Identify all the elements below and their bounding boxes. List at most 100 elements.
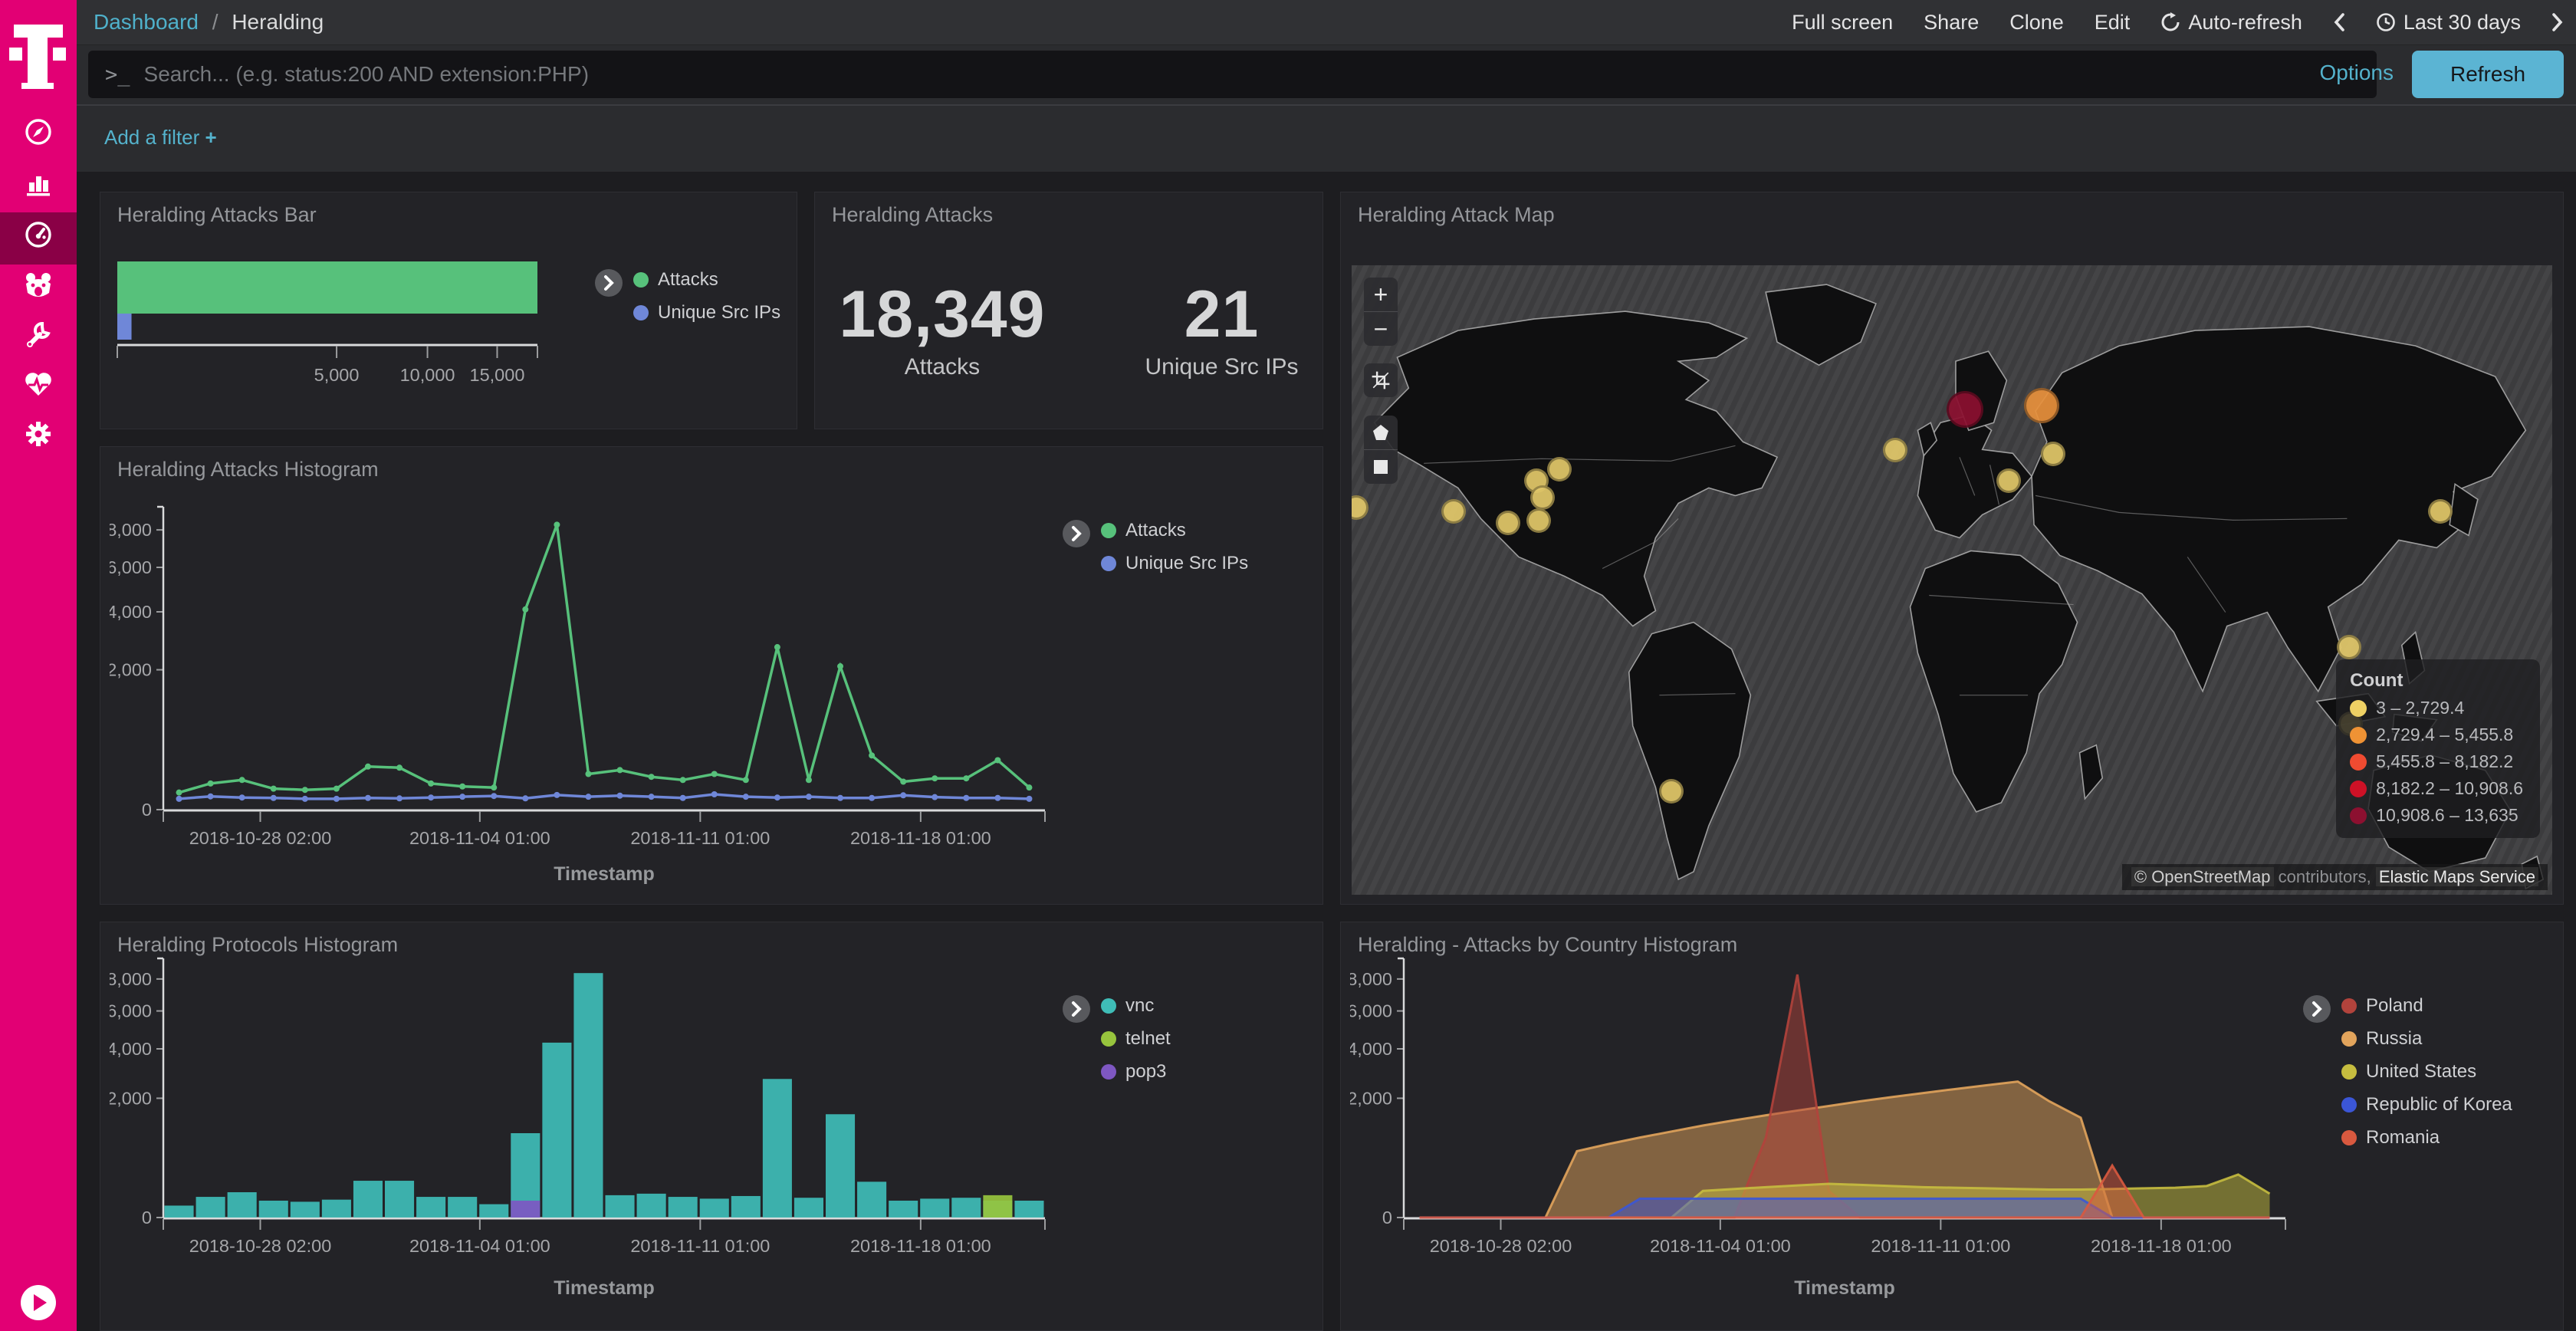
search-box: >_ xyxy=(88,51,2377,98)
metric-group: 18,349 Attacks 21 Unique Src IPs xyxy=(815,277,1322,380)
panel-title: Heralding Attacks xyxy=(832,203,993,227)
refresh-button[interactable]: Refresh xyxy=(2412,51,2564,98)
map-point xyxy=(1526,508,1551,533)
protocols-histogram-legend: vnc telnet pop3 xyxy=(1063,995,1171,1083)
svg-text:2,000: 2,000 xyxy=(1350,1088,1392,1108)
breadcrumb-separator: / xyxy=(212,10,219,34)
plus-icon: + xyxy=(205,126,217,149)
legend-item[interactable]: Attacks xyxy=(1101,520,1248,541)
legend-label: Unique Src IPs xyxy=(1125,553,1248,574)
breadcrumb-dashboard-link[interactable]: Dashboard xyxy=(94,10,199,34)
svg-text:0: 0 xyxy=(142,1208,152,1227)
clone-button[interactable]: Clone xyxy=(2009,11,2064,35)
country-histogram-chart: 02,0004,0006,0008,0002018-10-28 02:00201… xyxy=(1350,945,2301,1331)
sidebar xyxy=(0,0,77,1331)
sidebar-item-management[interactable] xyxy=(0,418,77,450)
metric-label: Attacks xyxy=(839,354,1045,380)
legend-toggle[interactable] xyxy=(1063,520,1090,547)
sidebar-item-discover[interactable] xyxy=(0,116,77,148)
zoom-out-button[interactable]: − xyxy=(1364,311,1398,346)
time-range-button[interactable]: Last 30 days xyxy=(2376,11,2521,35)
svg-text:2018-10-28 02:00: 2018-10-28 02:00 xyxy=(189,1236,332,1256)
map-draw-controls xyxy=(1364,416,1398,484)
time-range-prev-button[interactable] xyxy=(2333,12,2345,32)
legend-item[interactable]: Republic of Korea xyxy=(2341,1094,2512,1116)
map-legend-dot xyxy=(2350,781,2367,797)
auto-refresh-button[interactable]: Auto-refresh xyxy=(2160,11,2302,35)
attacks-histogram-legend: Attacks Unique Src IPs xyxy=(1063,520,1248,574)
full-screen-button[interactable]: Full screen xyxy=(1792,11,1893,35)
heartbeat-icon xyxy=(22,368,54,400)
legend-item[interactable]: Attacks xyxy=(633,269,780,291)
zoom-in-button[interactable]: + xyxy=(1364,278,1398,311)
legend-item[interactable]: telnet xyxy=(1101,1028,1171,1050)
svg-text:Timestamp: Timestamp xyxy=(554,1277,655,1299)
legend-item[interactable]: Poland xyxy=(2341,995,2512,1017)
sidebar-item-monitoring[interactable] xyxy=(0,368,77,400)
kibana-dashboard: Dashboard / Heralding Full screen Share … xyxy=(0,0,2576,1331)
attribution-text: contributors, xyxy=(2279,867,2376,886)
draw-rectangle-button[interactable] xyxy=(1364,449,1398,484)
sidebar-item-devtools[interactable] xyxy=(0,320,77,352)
edit-button[interactable]: Edit xyxy=(2095,11,2131,35)
sidebar-item-dashboard[interactable] xyxy=(0,219,77,251)
sidebar-item-visualize[interactable] xyxy=(0,168,77,200)
svg-text:Timestamp: Timestamp xyxy=(1794,1277,1895,1299)
collapse-sidebar-button[interactable] xyxy=(21,1285,56,1320)
panel-attacks-metric: Heralding Attacks 18,349 Attacks 21 Uniq… xyxy=(814,192,1323,429)
breadcrumb: Dashboard / Heralding xyxy=(94,10,324,35)
map-legend-dot xyxy=(2350,700,2367,717)
add-filter-link[interactable]: Add a filter + xyxy=(104,126,217,150)
map-point xyxy=(1996,468,2021,493)
draw-polygon-button[interactable] xyxy=(1364,416,1398,449)
legend-color-dot xyxy=(1101,998,1116,1014)
crop-fit-button[interactable] xyxy=(1364,363,1398,397)
legend-toggle[interactable] xyxy=(1063,995,1090,1023)
legend-color-dot xyxy=(2341,1097,2357,1112)
options-link[interactable]: Options xyxy=(2320,61,2394,85)
svg-text:2018-11-18 01:00: 2018-11-18 01:00 xyxy=(850,1236,991,1256)
filter-bar: Add a filter + xyxy=(77,106,2576,172)
legend-item[interactable]: Unique Src IPs xyxy=(1101,553,1248,574)
legend-item[interactable]: Unique Src IPs xyxy=(633,302,780,324)
svg-text:4,000: 4,000 xyxy=(110,602,152,622)
legend-item[interactable]: pop3 xyxy=(1101,1061,1171,1083)
world-map[interactable]: + − xyxy=(1352,265,2552,895)
search-input[interactable] xyxy=(143,61,2377,87)
svg-text:0: 0 xyxy=(1382,1208,1392,1227)
sidebar-item-tpot[interactable] xyxy=(0,270,77,302)
map-legend-label: 2,729.4 – 5,455.8 xyxy=(2376,725,2513,745)
map-legend-item: 8,182.2 – 10,908.6 xyxy=(2350,778,2523,799)
clock-icon xyxy=(2376,12,2396,32)
elastic-maps-service-link[interactable]: Elastic Maps Service xyxy=(2376,867,2538,886)
legend-color-dot xyxy=(2341,1064,2357,1080)
panel-title: Heralding Attacks Histogram xyxy=(117,458,379,481)
share-button[interactable]: Share xyxy=(1924,11,1979,35)
metric-value: 18,349 xyxy=(839,277,1045,353)
svg-text:2018-10-28 02:00: 2018-10-28 02:00 xyxy=(189,828,332,848)
legend-toggle[interactable] xyxy=(2303,995,2331,1023)
legend-item[interactable]: Romania xyxy=(2341,1127,2512,1149)
svg-text:2018-11-11 01:00: 2018-11-11 01:00 xyxy=(630,828,770,848)
gear-icon xyxy=(23,419,54,449)
svg-text:4,000: 4,000 xyxy=(110,1039,152,1059)
legend-item[interactable]: vnc xyxy=(1101,995,1171,1017)
map-legend-label: 3 – 2,729.4 xyxy=(2376,698,2464,718)
legend-color-dot xyxy=(1101,523,1116,538)
map-attribution: © OpenStreetMap contributors, Elastic Ma… xyxy=(2122,864,2548,890)
crop-icon xyxy=(1371,370,1391,390)
legend-item[interactable]: United States xyxy=(2341,1061,2512,1083)
map-point xyxy=(1659,779,1684,804)
panel-attacks-bar: Heralding Attacks Bar 5,00010,00015,000 … xyxy=(100,192,797,429)
svg-text:2018-11-04 01:00: 2018-11-04 01:00 xyxy=(409,1236,550,1256)
time-range-next-button[interactable] xyxy=(2551,12,2564,32)
t-mobile-logo[interactable] xyxy=(11,23,66,87)
panel-protocols-histogram: Heralding Protocols Histogram 02,0004,00… xyxy=(100,922,1323,1331)
map-point xyxy=(2337,635,2361,659)
osm-attribution-link[interactable]: © OpenStreetMap xyxy=(2131,867,2274,886)
gauge-icon xyxy=(23,219,54,250)
panel-title: Heralding Attacks Bar xyxy=(117,203,317,227)
legend-toggle[interactable] xyxy=(595,269,623,297)
legend-item[interactable]: Russia xyxy=(2341,1028,2512,1050)
legend-label: telnet xyxy=(1125,1028,1171,1050)
